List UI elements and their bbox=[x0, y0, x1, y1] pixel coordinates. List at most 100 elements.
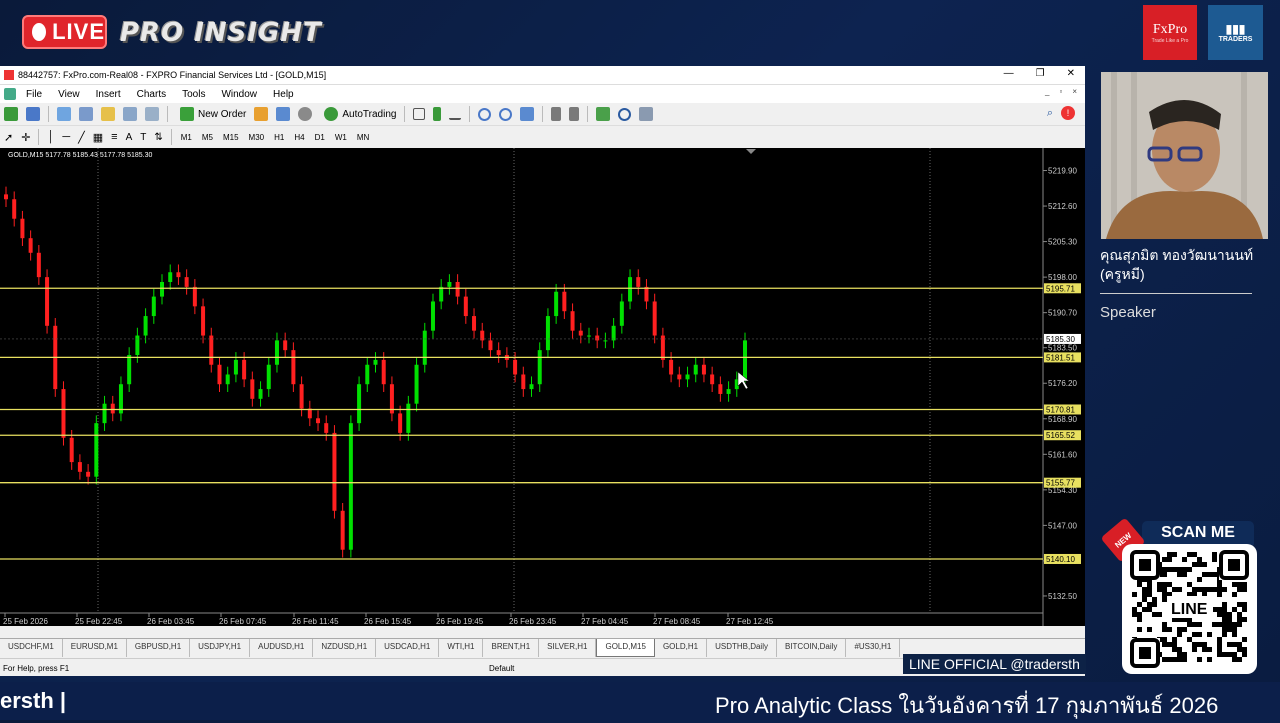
minimize-icon[interactable]: — bbox=[1004, 68, 1014, 79]
search-icon[interactable]: ⌕ bbox=[1047, 107, 1053, 120]
profiles-icon[interactable] bbox=[26, 107, 40, 121]
channel-icon[interactable]: ▦ bbox=[93, 131, 103, 144]
signals-icon[interactable] bbox=[276, 107, 291, 121]
qr-module bbox=[1167, 642, 1172, 647]
notification-icon[interactable]: ! bbox=[1061, 106, 1075, 120]
templates-icon[interactable] bbox=[639, 107, 654, 121]
metaeditor-icon[interactable] bbox=[254, 107, 269, 121]
chart-shift-icon[interactable] bbox=[551, 107, 562, 121]
qr-module bbox=[1217, 607, 1222, 612]
fibonacci-icon[interactable]: ≡ bbox=[111, 131, 117, 143]
menu-window[interactable]: Window bbox=[213, 89, 265, 100]
chart-tab[interactable]: USDCHF,M1 bbox=[0, 639, 63, 657]
mdi-close-icon[interactable]: × bbox=[1072, 87, 1077, 96]
new-chart-icon[interactable] bbox=[4, 107, 18, 121]
mdi-restore-icon[interactable]: ▫ bbox=[1059, 87, 1062, 96]
label-icon[interactable]: T bbox=[140, 132, 146, 143]
cursor-icon[interactable]: ➚ bbox=[4, 131, 13, 144]
horizontal-line-icon[interactable]: ─ bbox=[62, 131, 70, 143]
menu-tools[interactable]: Tools bbox=[174, 89, 213, 100]
chart-tab[interactable]: USDCAD,H1 bbox=[376, 639, 440, 657]
data-window-icon[interactable] bbox=[79, 107, 93, 121]
menu-file[interactable]: File bbox=[18, 89, 50, 100]
candle-body bbox=[324, 423, 329, 433]
timeframe-m15[interactable]: M15 bbox=[218, 133, 244, 142]
bar-chart-icon[interactable] bbox=[413, 108, 426, 120]
chart-tab[interactable]: EURUSD,M1 bbox=[63, 639, 127, 657]
candle-body bbox=[209, 335, 214, 365]
timeframe-d1[interactable]: D1 bbox=[310, 133, 330, 142]
timeframe-m1[interactable]: M1 bbox=[176, 133, 197, 142]
new-order-button[interactable]: New Order bbox=[176, 107, 246, 121]
qr-module bbox=[1197, 657, 1202, 662]
chart-tab[interactable]: SILVER,H1 bbox=[539, 639, 597, 657]
zoom-in-icon[interactable] bbox=[478, 107, 492, 121]
terminal-icon[interactable] bbox=[123, 107, 137, 121]
chart-tab[interactable]: GOLD,H1 bbox=[655, 639, 708, 657]
periods-icon[interactable] bbox=[618, 107, 632, 121]
timeframe-w1[interactable]: W1 bbox=[330, 133, 352, 142]
chart-tab[interactable]: NZDUSD,H1 bbox=[313, 639, 377, 657]
candle-body bbox=[357, 384, 362, 424]
qr-module bbox=[1217, 622, 1222, 627]
chart-tab[interactable]: USDTHB,Daily bbox=[707, 639, 777, 657]
qr-module bbox=[1157, 612, 1162, 617]
qr-code[interactable]: LINE bbox=[1122, 544, 1257, 674]
mdi-minimize-icon[interactable]: _ bbox=[1045, 87, 1049, 96]
chart-tab[interactable]: WTI,H1 bbox=[439, 639, 484, 657]
timeframe-h4[interactable]: H4 bbox=[289, 133, 309, 142]
qr-module bbox=[1132, 612, 1137, 617]
restore-icon[interactable]: ❐ bbox=[1036, 68, 1045, 79]
chart-tab[interactable]: GBPUSD,H1 bbox=[127, 639, 191, 657]
candle-body bbox=[513, 359, 518, 375]
trendline-icon[interactable]: ╱ bbox=[78, 131, 85, 144]
text-icon[interactable]: A bbox=[126, 132, 133, 143]
candle-body bbox=[102, 403, 107, 424]
qr-module bbox=[1162, 622, 1167, 627]
y-tick-label: 5147.00 bbox=[1048, 521, 1077, 530]
timeframe-mn[interactable]: MN bbox=[352, 133, 374, 142]
candle-body bbox=[398, 413, 403, 433]
qr-module bbox=[1182, 657, 1187, 662]
timeframe-m5[interactable]: M5 bbox=[197, 133, 218, 142]
tile-windows-icon[interactable] bbox=[520, 107, 535, 121]
market-icon[interactable] bbox=[298, 107, 313, 121]
qr-module bbox=[1132, 607, 1137, 612]
menu-view[interactable]: View bbox=[50, 89, 88, 100]
qr-module bbox=[1192, 647, 1197, 652]
zoom-out-icon[interactable] bbox=[499, 107, 513, 121]
qr-module bbox=[1202, 572, 1207, 577]
market-watch-icon[interactable] bbox=[57, 107, 71, 121]
autotrading-button[interactable]: AutoTrading bbox=[320, 107, 396, 121]
line-chart-icon[interactable] bbox=[449, 108, 462, 120]
candle-body bbox=[127, 355, 132, 385]
timeframe-m30[interactable]: M30 bbox=[244, 133, 270, 142]
vertical-line-icon[interactable]: │ bbox=[47, 131, 54, 143]
chart-tab[interactable]: AUDUSD,H1 bbox=[250, 639, 314, 657]
speaker-divider bbox=[1100, 293, 1252, 294]
qr-module bbox=[1182, 572, 1187, 577]
qr-module bbox=[1232, 622, 1237, 627]
timeframe-h1[interactable]: H1 bbox=[269, 133, 289, 142]
qr-module bbox=[1172, 642, 1177, 647]
crosshair-icon[interactable]: ✛ bbox=[21, 131, 30, 144]
chart-tab[interactable]: BITCOIN,Daily bbox=[777, 639, 847, 657]
price-chart[interactable]: GOLD,M15 5177.78 5185.43 5177.78 5185.30… bbox=[0, 148, 1085, 626]
menu-insert[interactable]: Insert bbox=[88, 89, 129, 100]
indicators-icon[interactable] bbox=[596, 107, 611, 121]
close-icon[interactable]: ✕ bbox=[1067, 68, 1075, 79]
arrows-icon[interactable]: ⇅ bbox=[154, 132, 162, 143]
chart-tab[interactable]: #US30,H1 bbox=[846, 639, 901, 657]
menu-help[interactable]: Help bbox=[265, 89, 302, 100]
candle-body bbox=[4, 194, 8, 200]
chart-tab[interactable]: USDJPY,H1 bbox=[190, 639, 251, 657]
auto-scroll-icon[interactable] bbox=[569, 107, 580, 121]
menu-charts[interactable]: Charts bbox=[129, 89, 174, 100]
chart-tab[interactable]: BRENT,H1 bbox=[483, 639, 540, 657]
strategy-tester-icon[interactable] bbox=[145, 107, 159, 121]
candle-chart-icon[interactable] bbox=[433, 107, 442, 121]
navigator-icon[interactable] bbox=[101, 107, 115, 121]
chart-tab[interactable]: GOLD,M15 bbox=[596, 639, 655, 657]
candle-body bbox=[693, 364, 698, 375]
qr-module bbox=[1232, 627, 1237, 632]
